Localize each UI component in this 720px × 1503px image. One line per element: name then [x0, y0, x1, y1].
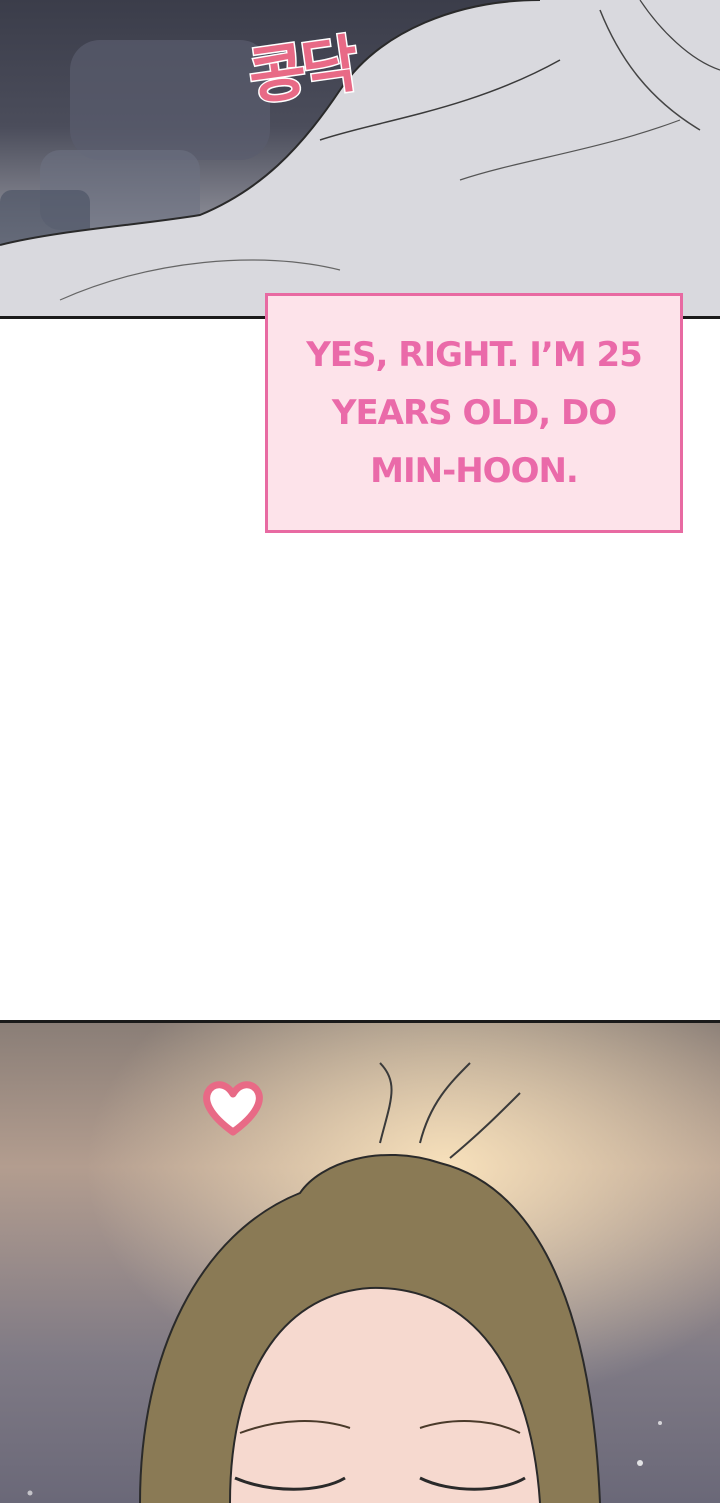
caption-text: YES, RIGHT. I’M 25 YEARS OLD, DO MIN-HOO…: [306, 335, 643, 491]
bottom-panel-art: [0, 1023, 720, 1503]
bottom-panel: [0, 1020, 720, 1503]
caption-box: YES, RIGHT. I’M 25 YEARS OLD, DO MIN-HOO…: [265, 293, 683, 533]
sound-effect-text: 콩닥: [243, 25, 361, 115]
heart-icon: [198, 1072, 268, 1142]
top-panel: 콩닥: [0, 0, 720, 319]
top-panel-art: [0, 0, 720, 316]
